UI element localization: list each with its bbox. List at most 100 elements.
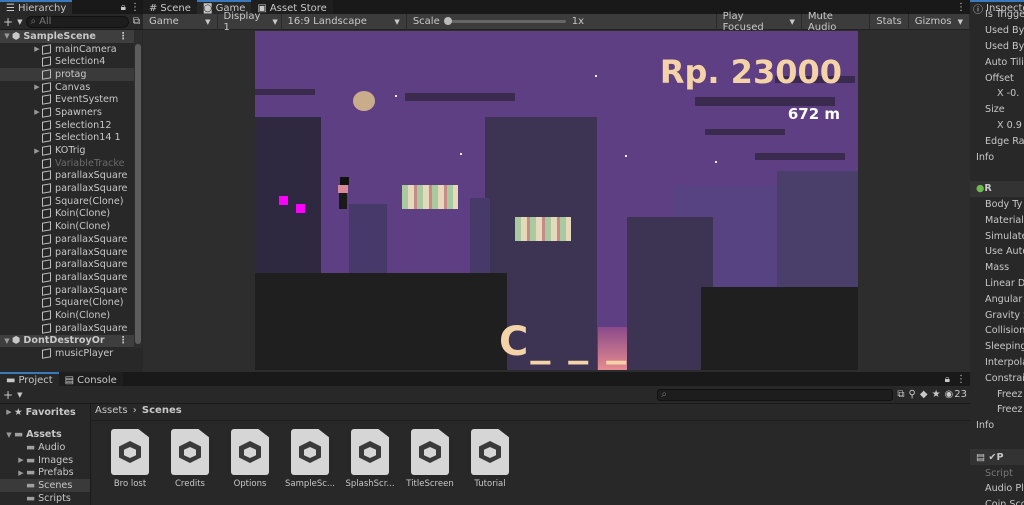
scene-asset[interactable]: Bro lost	[100, 429, 160, 489]
chevron-right-icon[interactable]: ▶	[32, 108, 42, 116]
hierarchy-scene-item[interactable]: ▼ ⬢ DontDestroyOr ⋮	[0, 334, 134, 348]
assets-folder[interactable]: ▼ ▬ Assets	[0, 428, 90, 441]
hierarchy-item[interactable]: Koin(Clone)	[0, 208, 134, 221]
folder-item[interactable]: ▬ Scripts	[0, 492, 90, 505]
tab-hierarchy[interactable]: ☰ Hierarchy	[0, 0, 73, 14]
hierarchy-item[interactable]: parallaxSquare	[0, 271, 134, 284]
hierarchy-item[interactable]: parallaxSquare	[0, 233, 134, 246]
filter-icon[interactable]: ⧉	[133, 16, 140, 27]
hierarchy-scene-item[interactable]: ▼ ⬢ SampleScene ⋮	[0, 30, 134, 43]
inspector-row[interactable]: Linear D	[970, 276, 1024, 292]
folder-item[interactable]: ▶ ▬ Prefabs	[0, 466, 90, 479]
gizmos-button[interactable]: Gizmos ▼	[909, 13, 971, 30]
hierarchy-item[interactable]: Koin(Clone)	[0, 309, 134, 322]
hidden-packages-icon[interactable]: ◉ 23	[945, 389, 967, 400]
add-icon[interactable]: +	[3, 15, 13, 29]
folder-item[interactable]: ▬ Scenes	[0, 479, 90, 492]
hierarchy-item[interactable]: protag	[0, 68, 134, 81]
inspector-row[interactable]: Offset	[970, 70, 1024, 86]
chevron-right-icon[interactable]: ▶	[16, 469, 26, 477]
inspector-row[interactable]: X 0.9	[970, 118, 1024, 134]
star-icon[interactable]: ★	[932, 389, 941, 400]
chevron-down-icon[interactable]: ▼	[2, 337, 12, 345]
display-dropdown[interactable]: Display 1 ▼	[218, 11, 282, 33]
folder-item[interactable]: ▶ ▬ Images	[0, 454, 90, 467]
hierarchy-item[interactable]: ▶ Spawners	[0, 106, 134, 119]
stats-button[interactable]: Stats	[870, 13, 909, 30]
scene-asset[interactable]: Tutorial	[460, 429, 520, 489]
chevron-right-icon[interactable]: ▶	[32, 83, 42, 91]
tab-scene[interactable]: # Scene	[143, 0, 197, 14]
scene-asset[interactable]: SplashScr...	[340, 429, 400, 489]
lock-icon[interactable]: 🔒︎	[945, 374, 950, 385]
more-menu-icon[interactable]: ⋮	[130, 2, 140, 13]
tab-console[interactable]: ▤ Console	[58, 372, 123, 386]
inspector-row[interactable]: Interpola	[970, 355, 1024, 371]
inspector-row[interactable]: Audio Pla	[970, 481, 1024, 497]
hierarchy-item[interactable]: Square(Clone)	[0, 296, 134, 309]
inspector-row[interactable]: Auto Tilin	[970, 54, 1024, 70]
play-focused-dropdown[interactable]: Play Focused ▼	[715, 11, 802, 33]
mute-audio-button[interactable]: Mute Audio	[802, 11, 871, 33]
inspector-row[interactable]: X -0.	[970, 86, 1024, 102]
inspector-row[interactable]	[970, 165, 1024, 181]
chevron-down-icon[interactable]: ▼	[17, 391, 22, 399]
tab-asset-store[interactable]: ▣ Asset Store	[251, 0, 333, 14]
favorites-item[interactable]: ▶ ★ Favorites	[0, 404, 90, 420]
inspector-row[interactable]: Edge Rad	[970, 133, 1024, 149]
hierarchy-item[interactable]: parallaxSquare	[0, 170, 134, 183]
inspector-row[interactable]: Used By	[970, 23, 1024, 39]
breadcrumb-assets[interactable]: Assets	[95, 405, 128, 416]
inspector-row[interactable]: Coin Sco	[970, 497, 1024, 505]
hierarchy-item[interactable]: parallaxSquare	[0, 322, 134, 335]
hierarchy-item[interactable]: EventSystem	[0, 93, 134, 106]
inspector-row[interactable]: Mass	[970, 260, 1024, 276]
inspector-row[interactable]: Body Ty	[970, 197, 1024, 213]
inspector-row[interactable]: Freez	[970, 402, 1024, 418]
inspector-row[interactable]: Used By	[970, 39, 1024, 55]
scale-slider-thumb[interactable]	[443, 17, 452, 25]
hierarchy-item[interactable]: ▶ Canvas	[0, 81, 134, 94]
scene-asset[interactable]: TitleScreen	[400, 429, 460, 489]
inspector-row[interactable]: Size	[970, 102, 1024, 118]
scene-asset[interactable]: Options	[220, 429, 280, 489]
hierarchy-item[interactable]: Koin(Clone)	[0, 220, 134, 233]
breadcrumb-scenes[interactable]: Scenes	[142, 405, 182, 416]
inspector-row[interactable]: Info	[970, 149, 1024, 165]
tab-project[interactable]: ▬ Project	[0, 372, 59, 386]
scrollbar-thumb[interactable]	[135, 44, 141, 344]
search-by-label-icon[interactable]: ⚲	[909, 389, 916, 400]
hierarchy-item[interactable]: musicPlayer	[0, 347, 134, 360]
inspector-row[interactable]: Info	[970, 418, 1024, 434]
mode-dropdown[interactable]: Game ▼	[143, 13, 218, 30]
hierarchy-item[interactable]: Selection4	[0, 55, 134, 68]
inspector-row[interactable]: Use Auto	[970, 244, 1024, 260]
inspector-row[interactable]: Sleeping	[970, 339, 1024, 355]
inspector-row[interactable]: Simulate	[970, 228, 1024, 244]
hierarchy-item[interactable]: ▶ KOTrig	[0, 144, 134, 157]
inspector-row[interactable]	[970, 434, 1024, 450]
lock-icon[interactable]: 🔒︎	[121, 2, 126, 13]
aspect-dropdown[interactable]: 16:9 Landscape ▼	[282, 13, 407, 30]
game-canvas[interactable]: Rp. 23000 672 m C_ _ _	[255, 31, 858, 370]
chevron-right-icon[interactable]: ▶	[32, 147, 42, 155]
inspector-row[interactable]: ▤ ✔ P	[970, 449, 1024, 466]
hierarchy-item[interactable]: parallaxSquare	[0, 258, 134, 271]
hierarchy-item[interactable]: VariableTracke	[0, 157, 134, 170]
hierarchy-item[interactable]: parallaxSquare	[0, 284, 134, 297]
hierarchy-item[interactable]: Selection14 1	[0, 132, 134, 145]
more-menu-icon[interactable]: ⋮	[956, 2, 966, 13]
hierarchy-search[interactable]: ⌕ All	[26, 15, 129, 28]
inspector-row[interactable]: Constrai	[970, 370, 1024, 386]
scene-asset[interactable]: SampleSc...	[280, 429, 340, 489]
hierarchy-item[interactable]: Selection12	[0, 119, 134, 132]
tag-icon[interactable]: ◆	[920, 389, 928, 400]
inspector-row[interactable]: Script	[970, 465, 1024, 481]
chevron-down-icon[interactable]: ▼	[17, 18, 22, 26]
chevron-down-icon[interactable]: ▼	[2, 32, 12, 40]
scale-slider[interactable]	[443, 17, 566, 25]
search-by-type-icon[interactable]: ⧉	[897, 389, 904, 400]
project-search[interactable]: ⌕	[657, 388, 894, 401]
scene-asset[interactable]: Credits	[160, 429, 220, 489]
add-icon[interactable]: +	[3, 388, 13, 402]
